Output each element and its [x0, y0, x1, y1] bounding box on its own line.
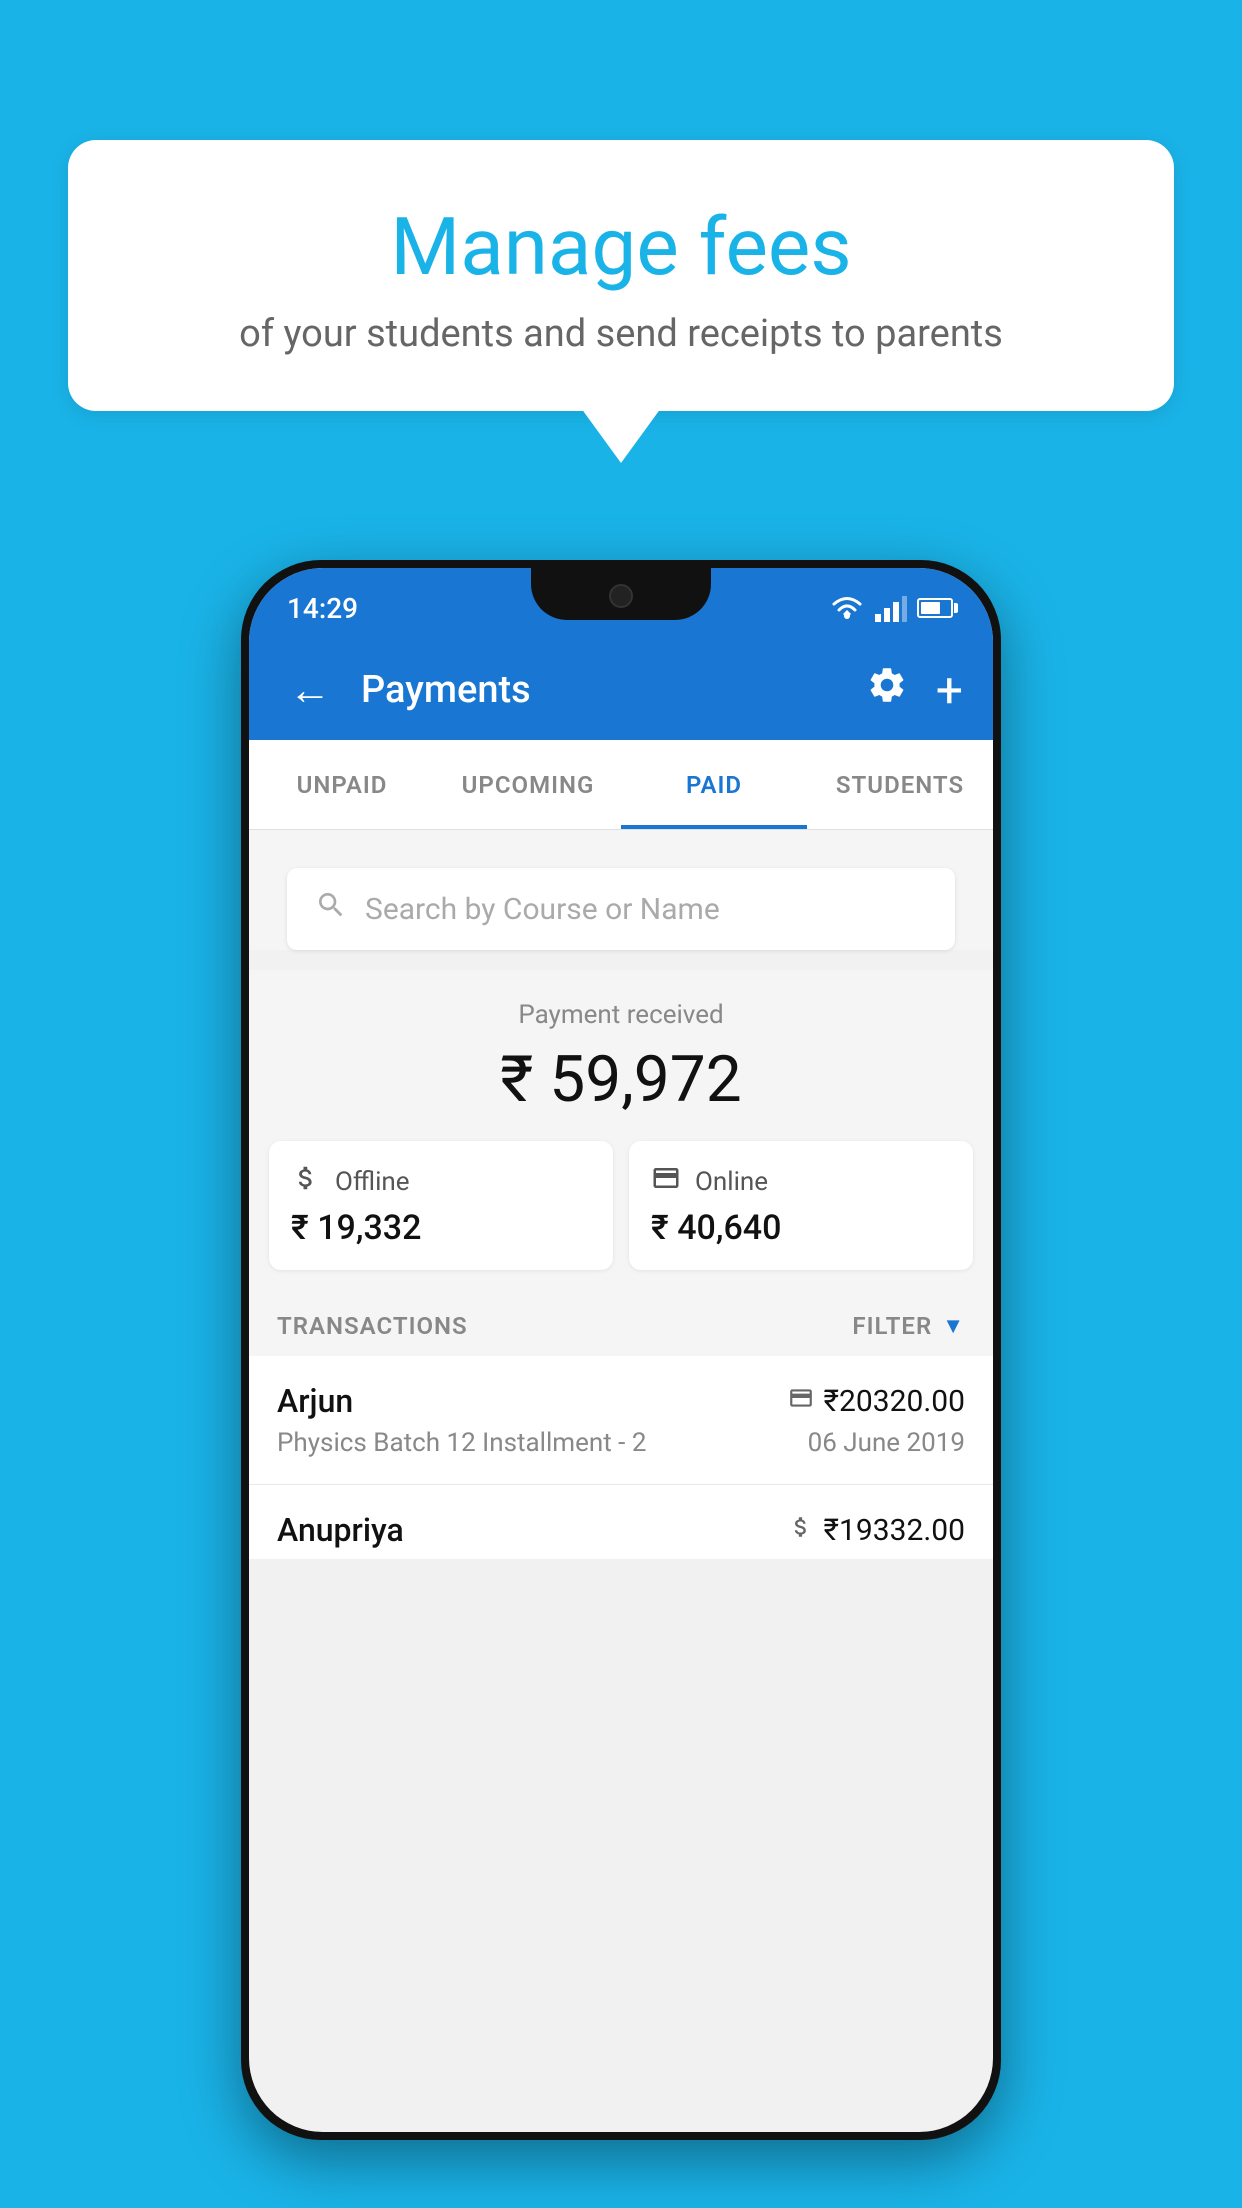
search-icon: [315, 889, 347, 929]
online-icon: [651, 1163, 681, 1200]
offline-card-header: Offline: [291, 1163, 591, 1200]
transaction-amount-2: ₹19332.00: [824, 1513, 965, 1548]
transactions-header: TRANSACTIONS FILTER ▼: [249, 1290, 993, 1356]
transaction-date: 06 June 2019: [808, 1428, 965, 1458]
search-bar[interactable]: Search by Course or Name: [287, 868, 955, 950]
status-icons: [829, 594, 953, 622]
transaction-row-bottom: Physics Batch 12 Installment - 2 06 June…: [277, 1428, 965, 1458]
status-time: 14:29: [287, 592, 358, 625]
camera: [609, 584, 633, 608]
wifi-icon: [829, 594, 865, 622]
tab-paid[interactable]: PAID: [621, 740, 807, 829]
back-button[interactable]: ←: [279, 656, 341, 725]
transaction-course: Physics Batch 12 Installment - 2: [277, 1428, 646, 1458]
payment-summary: Payment received ₹ 59,972: [249, 970, 993, 1141]
transaction-amount-wrap: ₹20320.00: [788, 1384, 965, 1419]
transaction-name: Anupriya: [277, 1511, 404, 1549]
offline-card: Offline ₹ 19,332: [269, 1141, 613, 1270]
offline-label: Offline: [335, 1167, 410, 1197]
add-button[interactable]: +: [936, 662, 963, 719]
speech-bubble: Manage fees of your students and send re…: [68, 140, 1174, 411]
bubble-title: Manage fees: [118, 200, 1124, 294]
payment-cards: Offline ₹ 19,332 Online ₹ 40,640: [249, 1141, 993, 1290]
search-placeholder: Search by Course or Name: [365, 892, 720, 927]
transaction-amount-wrap: ₹19332.00: [788, 1513, 965, 1548]
transaction-row[interactable]: Anupriya ₹19332.00: [249, 1485, 993, 1559]
battery-icon: [917, 598, 953, 618]
filter-icon: ▼: [942, 1313, 965, 1339]
tab-unpaid[interactable]: UNPAID: [249, 740, 435, 829]
bubble-subtitle: of your students and send receipts to pa…: [118, 312, 1124, 356]
filter-button[interactable]: FILTER ▼: [852, 1312, 965, 1340]
signal-icon: [875, 594, 907, 622]
online-label: Online: [695, 1167, 768, 1197]
online-card: Online ₹ 40,640: [629, 1141, 973, 1270]
tab-upcoming[interactable]: UPCOMING: [435, 740, 621, 829]
tabs-bar: UNPAID UPCOMING PAID STUDENTS: [249, 740, 993, 830]
transaction-name: Arjun: [277, 1382, 353, 1420]
page-title: Payments: [361, 668, 846, 712]
transaction-row-top: Arjun ₹20320.00: [277, 1382, 965, 1420]
tab-students[interactable]: STUDENTS: [807, 740, 993, 829]
filter-label: FILTER: [852, 1312, 932, 1340]
phone-screen: 14:29: [249, 568, 993, 2132]
offline-icon: [291, 1163, 321, 1200]
phone-notch: [531, 568, 711, 620]
phone-frame: 14:29: [241, 560, 1001, 2140]
app-bar-actions: +: [866, 662, 963, 719]
transactions-label: TRANSACTIONS: [277, 1312, 468, 1340]
gear-icon: [866, 664, 908, 706]
payment-total-amount: ₹ 59,972: [269, 1042, 973, 1117]
online-amount: ₹ 40,640: [651, 1208, 951, 1248]
transaction-row[interactable]: Arjun ₹20320.00 Physics Batch 12 Install…: [249, 1356, 993, 1485]
online-card-header: Online: [651, 1163, 951, 1200]
transaction-row-top: Anupriya ₹19332.00: [277, 1511, 965, 1549]
app-bar: ← Payments +: [249, 640, 993, 740]
payment-type-icon: [788, 1385, 814, 1417]
transaction-amount: ₹20320.00: [824, 1384, 965, 1419]
payment-type-icon-2: [788, 1514, 814, 1546]
offline-amount: ₹ 19,332: [291, 1208, 591, 1248]
settings-button[interactable]: [866, 664, 908, 716]
payment-received-label: Payment received: [269, 1000, 973, 1030]
